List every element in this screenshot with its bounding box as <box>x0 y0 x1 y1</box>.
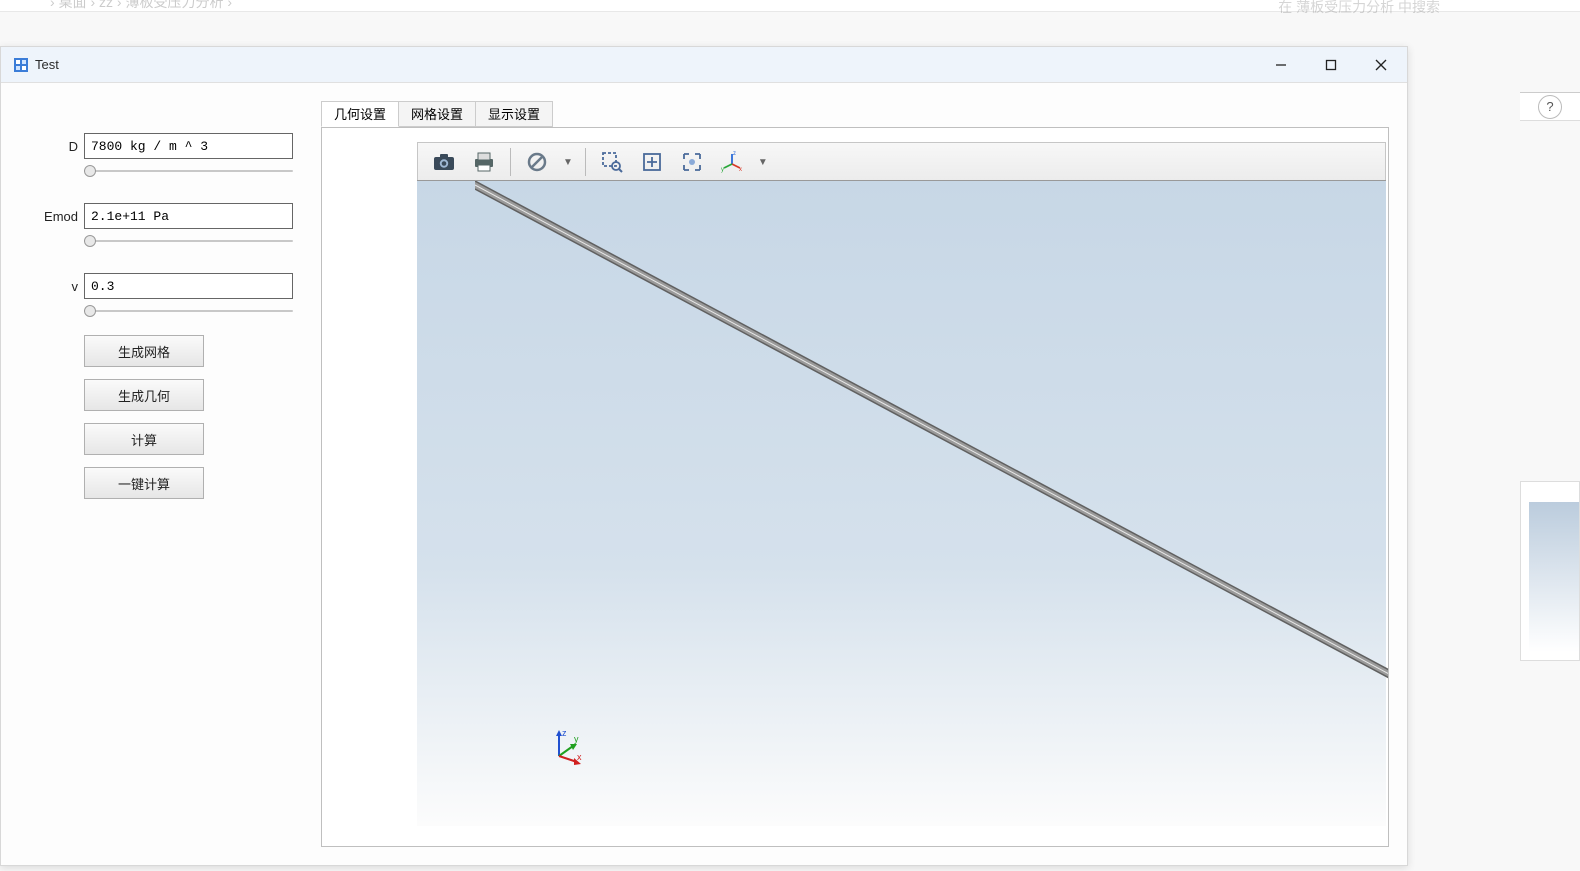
zoom-extents-icon[interactable] <box>634 145 670 179</box>
input-Emod[interactable] <box>84 203 293 229</box>
minimize-button[interactable] <box>1267 51 1295 79</box>
input-D[interactable] <box>84 133 293 159</box>
axis-y-label: y <box>574 734 579 744</box>
app-window: Test D <box>0 46 1408 866</box>
slider-v[interactable] <box>84 307 293 315</box>
label-Emod: Emod <box>29 209 84 224</box>
label-D: D <box>29 139 84 154</box>
geometry-plate-edge <box>475 181 1389 681</box>
svg-text:z: z <box>733 151 736 157</box>
axis-z-label: z <box>562 728 567 738</box>
dropdown-caret-icon[interactable]: ▼ <box>754 157 772 168</box>
viewport-toolbar: ▼ <box>417 142 1386 182</box>
window-title: Test <box>35 57 59 72</box>
generate-mesh-button[interactable]: 生成网格 <box>84 335 204 367</box>
snapshot-icon[interactable] <box>426 145 462 179</box>
axis-triad: z y x <box>547 726 587 766</box>
input-v[interactable] <box>84 273 293 299</box>
dropdown-caret-icon[interactable]: ▼ <box>559 157 577 168</box>
label-v: v <box>29 279 84 294</box>
tab-geometry-settings[interactable]: 几何设置 <box>321 101 399 127</box>
transparency-icon[interactable] <box>519 145 555 179</box>
explorer-search-hint: 在 薄板受压力分析 中搜索 <box>1278 0 1440 17</box>
svg-text:y: y <box>721 167 724 173</box>
tab-mesh-settings[interactable]: 网格设置 <box>398 101 476 127</box>
title-bar[interactable]: Test <box>1 47 1407 83</box>
tabs-bar: 几何设置 网格设置 显示设置 <box>321 101 1389 127</box>
viewport-container: ▼ <box>321 127 1389 847</box>
tab-display-settings[interactable]: 显示设置 <box>475 101 553 127</box>
axis-x-label: x <box>577 752 582 762</box>
zoom-window-icon[interactable] <box>594 145 630 179</box>
slider-D[interactable] <box>84 167 293 175</box>
view-axes-icon[interactable]: z x y <box>714 145 750 179</box>
main-area: 几何设置 网格设置 显示设置 ▼ <box>321 83 1407 865</box>
svg-text:x: x <box>739 167 742 173</box>
help-icon[interactable]: ? <box>1538 95 1562 119</box>
zoom-selection-icon[interactable] <box>674 145 710 179</box>
one-click-compute-button[interactable]: 一键计算 <box>84 467 204 499</box>
3d-viewport[interactable]: z y x <box>417 180 1386 826</box>
slider-Emod[interactable] <box>84 237 293 245</box>
maximize-button[interactable] <box>1317 51 1345 79</box>
compute-button[interactable]: 计算 <box>84 423 204 455</box>
print-icon[interactable] <box>466 145 502 179</box>
close-button[interactable] <box>1367 51 1395 79</box>
background-window-peek: ? <box>1520 92 1580 852</box>
generate-geometry-button[interactable]: 生成几何 <box>84 379 204 411</box>
parameters-panel: D Emod v <box>1 83 321 865</box>
app-icon <box>13 57 29 73</box>
